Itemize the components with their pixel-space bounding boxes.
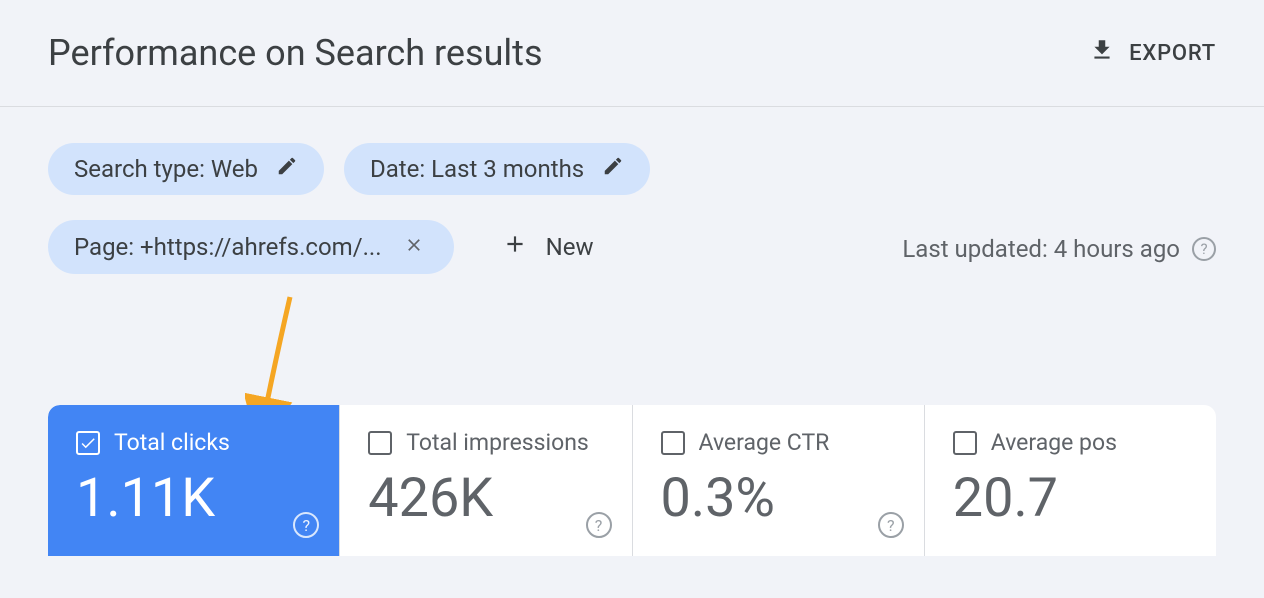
filter-chip-page[interactable]: Page: +https://ahrefs.com/... [48, 220, 454, 274]
new-filter-label: New [546, 233, 594, 261]
metric-value: 426K [368, 472, 603, 526]
help-icon[interactable]: ? [878, 512, 904, 538]
page-header: Performance on Search results EXPORT [0, 0, 1264, 107]
metric-header: Average CTR [661, 429, 896, 456]
add-filter-button[interactable]: New [484, 219, 612, 275]
filter-row-1: Search type: Web Date: Last 3 months [48, 143, 1216, 195]
download-icon [1089, 37, 1115, 69]
filter-chip-search-type[interactable]: Search type: Web [48, 143, 324, 195]
metrics-container: Total clicks 1.11K ? Total impressions 4… [48, 405, 1216, 556]
export-button[interactable]: EXPORT [1089, 37, 1216, 69]
filter-chip-label: Date: Last 3 months [370, 155, 584, 183]
page-title: Performance on Search results [48, 32, 543, 74]
metric-label: Average CTR [699, 429, 830, 456]
metric-card-avg-ctr[interactable]: Average CTR 0.3% ? [633, 405, 925, 556]
checkbox-icon[interactable] [76, 431, 100, 455]
metric-label: Total impressions [406, 429, 589, 456]
metric-card-avg-position[interactable]: Average pos 20.7 [925, 405, 1216, 556]
help-icon[interactable]: ? [586, 512, 612, 538]
filter-chip-label: Page: +https://ahrefs.com/... [74, 233, 382, 261]
help-icon[interactable]: ? [1192, 237, 1216, 261]
metric-card-total-clicks[interactable]: Total clicks 1.11K ? [48, 405, 340, 556]
edit-icon [602, 155, 624, 183]
metric-label: Total clicks [114, 429, 230, 456]
plus-icon [502, 231, 528, 263]
metric-label: Average pos [991, 429, 1117, 456]
filter-chip-label: Search type: Web [74, 155, 258, 183]
last-updated-text: Last updated: 4 hours ago [902, 235, 1180, 263]
checkbox-icon[interactable] [661, 431, 685, 455]
metric-card-total-impressions[interactable]: Total impressions 426K ? [340, 405, 632, 556]
metric-value: 1.11K [76, 472, 311, 526]
metric-header: Total clicks [76, 429, 311, 456]
export-label: EXPORT [1129, 41, 1216, 66]
filter-chip-date[interactable]: Date: Last 3 months [344, 143, 650, 195]
last-updated: Last updated: 4 hours ago ? [902, 235, 1216, 263]
edit-icon [276, 155, 298, 183]
metric-value: 0.3% [661, 472, 896, 526]
metric-header: Total impressions [368, 429, 603, 456]
filters-section: Search type: Web Date: Last 3 months Pag… [0, 107, 1264, 275]
checkbox-icon[interactable] [368, 431, 392, 455]
close-icon[interactable] [400, 232, 428, 262]
checkbox-icon[interactable] [953, 431, 977, 455]
metric-value: 20.7 [953, 472, 1188, 526]
metric-header: Average pos [953, 429, 1188, 456]
help-icon[interactable]: ? [293, 512, 319, 538]
